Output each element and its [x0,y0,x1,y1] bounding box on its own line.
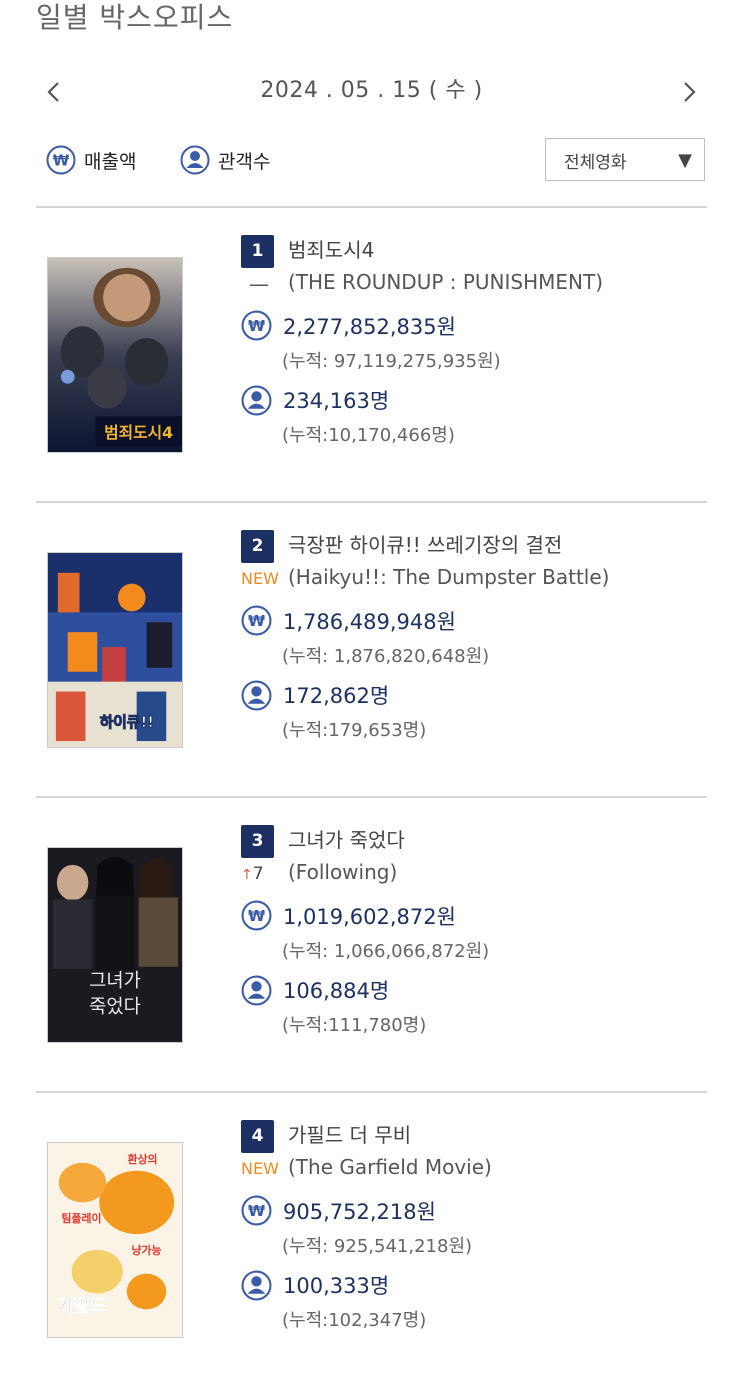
poster-image-haikyu: 하이큐!! [48,553,182,747]
daily-sales: 1,786,489,948원 [283,610,456,634]
new-badge: NEW [241,1159,279,1178]
rank-badge: 2 [241,530,274,563]
movie-filter-value: 전체영화 [564,153,627,173]
daily-audience: 106,884명 [283,979,390,1003]
movie-title-en: (Following) [288,860,398,884]
rank-badge: 3 [241,825,274,858]
svg-text:₩: ₩ [248,612,265,630]
poster-tagline-3: 냥가능 [132,1243,162,1257]
divider [36,1091,707,1093]
poster-title-line1: 그녀가 [89,970,141,992]
sales-toggle[interactable]: ₩ 매출액 [46,140,136,180]
movie-title-ko[interactable]: 그녀가 죽었다 [288,824,405,853]
sales-toggle-label: 매출액 [84,150,137,173]
won-icon: ₩ [241,1195,272,1226]
won-icon: ₩ [241,900,272,931]
poster-tagline-1: 환상의 [128,1152,158,1166]
cumulative-sales: (누적: 1,066,066,872원) [282,941,490,962]
won-icon: ₩ [46,145,76,175]
movie-item: 환상의 팀플레이 냥가능 가필드 4 가필드 더 무비 NEW (The Gar… [0,1094,743,1338]
rank-change: — [249,272,269,296]
won-icon: ₩ [241,310,272,341]
daily-sales: 1,019,602,872원 [283,905,456,929]
daily-audience: 234,163명 [283,389,390,413]
cumulative-audience: (누적:111,780명) [282,1015,427,1036]
poster-title-text: 하이큐!! [100,714,154,731]
daily-sales: 905,752,218원 [283,1200,436,1224]
cumulative-audience: (누적:10,170,466명) [282,425,455,446]
movie-item: 하이큐!! 2 극장판 하이큐!! 쓰레기장의 결전 NEW (Haikyu!!… [0,504,743,748]
next-date-button[interactable] [671,74,707,110]
svg-text:₩: ₩ [248,1202,265,1220]
poster-image-garfield: 환상의 팀플레이 냥가능 가필드 [48,1143,182,1337]
rank-badge: 4 [241,1120,274,1153]
daily-audience: 100,333명 [283,1274,390,1298]
rank-badge: 1 [241,235,274,268]
movie-title-en: (The Garfield Movie) [288,1155,492,1179]
poster-image-roundup: 범죄도시4 [48,258,182,452]
movie-poster[interactable]: 환상의 팀플레이 냥가능 가필드 [47,1142,183,1338]
movie-item: 그녀가 죽었다 3 그녀가 죽었다 ↑7 (Following) ₩ 1,019… [0,799,743,1043]
movie-poster[interactable]: 범죄도시4 [47,257,183,453]
current-date: 2024 . 05 . 15 ( 수 ) [260,78,483,103]
audience-toggle[interactable]: 관객수 [180,140,270,180]
divider [36,206,707,208]
poster-title-text: 범죄도시4 [104,423,173,442]
person-icon [241,975,272,1006]
movie-title-en: (THE ROUNDUP : PUNISHMENT) [288,270,604,294]
cumulative-audience: (누적:102,347명) [282,1310,427,1331]
movie-title-en: (Haikyu!!: The Dumpster Battle) [288,565,610,589]
cumulative-sales: (누적: 97,119,275,935원) [282,351,501,372]
person-icon [180,145,210,175]
audience-toggle-label: 관객수 [218,150,271,173]
svg-text:₩: ₩ [53,152,70,170]
person-icon [241,680,272,711]
poster-image-following: 그녀가 죽었다 [48,848,182,1042]
divider [36,501,707,503]
daily-audience: 172,862명 [283,684,390,708]
movie-poster[interactable]: 그녀가 죽었다 [47,847,183,1043]
svg-text:₩: ₩ [248,317,265,335]
svg-text:₩: ₩ [248,907,265,925]
poster-title-line2: 죽었다 [89,995,141,1017]
chevron-right-icon [684,82,696,102]
movie-filter-select[interactable]: 전체영화 ▼ [545,138,705,181]
person-icon [241,1270,272,1301]
date-navigation: 2024 . 05 . 15 ( 수 ) [0,70,743,114]
movie-item: 범죄도시4 1 범죄도시4 — (THE ROUNDUP : PUNISHMEN… [0,209,743,453]
movie-title-ko[interactable]: 범죄도시4 [288,234,374,263]
person-icon [241,385,272,416]
divider [36,796,707,798]
arrow-up-icon: ↑ [241,867,253,883]
caret-down-icon: ▼ [678,150,692,171]
movie-title-ko[interactable]: 극장판 하이큐!! 쓰레기장의 결전 [288,529,562,558]
page-title: 일별 박스오피스 [36,1,234,34]
cumulative-sales: (누적: 1,876,820,648원) [282,646,490,667]
poster-title-text: 가필드 [57,1295,106,1316]
new-badge: NEW [241,569,279,588]
cumulative-sales: (누적: 925,541,218원) [282,1236,473,1257]
daily-sales: 2,277,852,835원 [283,315,456,339]
cumulative-audience: (누적:179,653명) [282,720,427,741]
movie-poster[interactable]: 하이큐!! [47,552,183,748]
rank-change: ↑7 [241,862,264,886]
poster-tagline-2: 팀플레이 [62,1211,102,1225]
won-icon: ₩ [241,605,272,636]
rank-change-value: 7 [252,864,264,884]
movie-title-ko[interactable]: 가필드 더 무비 [288,1119,411,1148]
